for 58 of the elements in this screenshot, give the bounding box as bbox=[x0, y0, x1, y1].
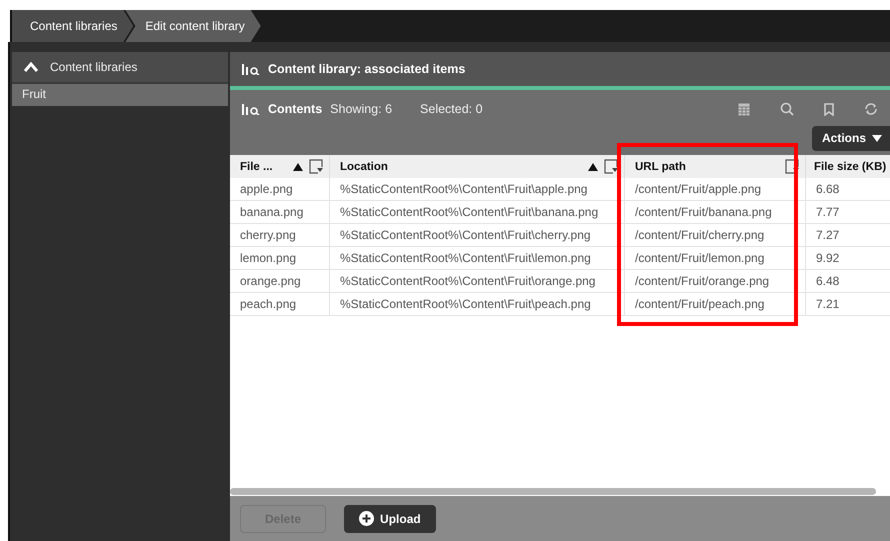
panel-title: Content library: associated items bbox=[268, 62, 466, 76]
table-cell: 6.48 bbox=[806, 270, 890, 293]
showing-count: Showing: 6 bbox=[330, 102, 392, 116]
table-cell: /content/Fruit/apple.png bbox=[625, 178, 806, 201]
selected-count: Selected: 0 bbox=[420, 102, 483, 116]
table-cell: %StaticContentRoot%\Content\Fruit\cherry.png bbox=[330, 224, 625, 247]
table-cell: apple.png bbox=[230, 178, 330, 201]
table-cell: /content/Fruit/lemon.png bbox=[625, 247, 806, 270]
column-header[interactable]: URL path bbox=[625, 155, 806, 178]
breadcrumb[interactable]: Content libraries bbox=[12, 10, 134, 42]
column-header[interactable]: File size (KB) bbox=[806, 155, 890, 178]
sidebar-title: Content libraries bbox=[50, 60, 138, 74]
plus-icon bbox=[359, 511, 374, 526]
table-cell: banana.png bbox=[230, 201, 330, 224]
table-cell: %StaticContentRoot%\Content\Fruit\orange.png bbox=[330, 270, 625, 293]
caret-icon bbox=[872, 134, 882, 142]
breadcrumb[interactable]: Edit content library bbox=[125, 10, 261, 42]
table-cell: 9.92 bbox=[806, 247, 890, 270]
table-cell: /content/Fruit/banana.png bbox=[625, 201, 806, 224]
bookmark-icon[interactable] bbox=[824, 102, 834, 116]
action-button[interactable]: Upload bbox=[344, 504, 436, 532]
table-cell: %StaticContentRoot%\Content\Fruit\lemon.png bbox=[330, 247, 625, 270]
chevron-icon bbox=[24, 62, 38, 72]
table-cell: lemon.png bbox=[230, 247, 330, 270]
search-icon[interactable] bbox=[780, 102, 794, 116]
sidebar-item[interactable]: Fruit bbox=[12, 84, 228, 106]
table-cell: %StaticContentRoot%\Content\Fruit\banana.png bbox=[330, 201, 625, 224]
contents-label: Contents bbox=[268, 102, 322, 116]
filter-icon[interactable] bbox=[604, 159, 618, 174]
sort-ascending-icon[interactable] bbox=[588, 162, 598, 170]
column-title: URL path bbox=[635, 160, 686, 172]
bar-chart-search-icon bbox=[242, 63, 260, 75]
filter-icon[interactable] bbox=[309, 159, 323, 174]
horizontal-scrollbar[interactable] bbox=[230, 488, 876, 495]
table-cell: /content/Fruit/cherry.png bbox=[625, 224, 806, 247]
table-cell: peach.png bbox=[230, 293, 330, 316]
table-icon[interactable] bbox=[738, 102, 750, 116]
table-cell: %StaticContentRoot%\Content\Fruit\apple.png bbox=[330, 178, 625, 201]
table-cell: /content/Fruit/peach.png bbox=[625, 293, 806, 316]
column-title: File ... bbox=[240, 160, 273, 172]
table-cell: cherry.png bbox=[230, 224, 330, 247]
table-cell: %StaticContentRoot%\Content\Fruit\peach.png bbox=[330, 293, 625, 316]
actions-button[interactable]: Actions bbox=[812, 126, 890, 151]
refresh-icon[interactable] bbox=[864, 102, 878, 116]
column-title: Location bbox=[340, 160, 388, 172]
filter-icon[interactable] bbox=[785, 159, 799, 174]
table-cell: 6.68 bbox=[806, 178, 890, 201]
table-cell: 7.21 bbox=[806, 293, 890, 316]
column-header[interactable]: File ... bbox=[230, 155, 330, 178]
sidebar-header[interactable]: Content libraries bbox=[12, 52, 228, 84]
table-cell: 7.77 bbox=[806, 201, 890, 224]
table-cell: orange.png bbox=[230, 270, 330, 293]
column-title: File size (KB) bbox=[814, 160, 886, 172]
table-cell: 7.27 bbox=[806, 224, 890, 247]
table-cell: /content/Fruit/orange.png bbox=[625, 270, 806, 293]
column-header[interactable]: Location bbox=[330, 155, 625, 178]
sort-ascending-icon[interactable] bbox=[293, 162, 303, 170]
bar-chart-search-icon bbox=[242, 103, 260, 115]
